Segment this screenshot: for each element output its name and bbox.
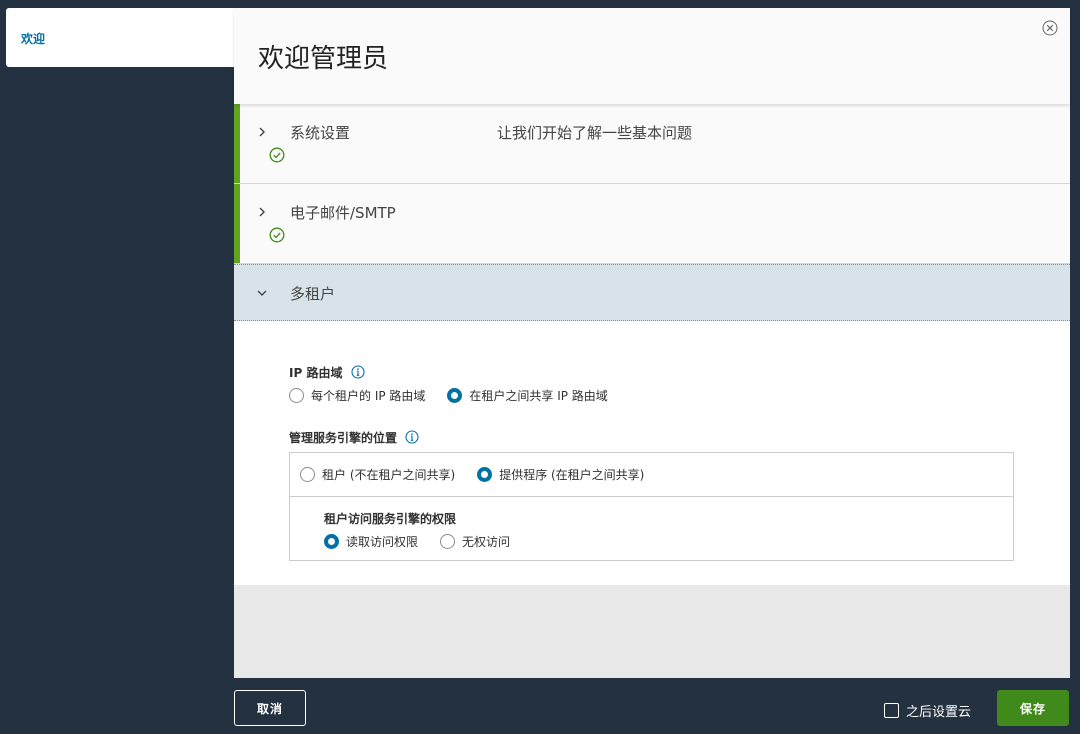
service-engine-box: 租户 (不在租户之间共享) 提供程序 (在租户之间共享) 租户访问服务引擎的权限… [289,452,1014,561]
close-icon[interactable] [1042,20,1058,36]
option-label: 租户 (不在租户之间共享) [322,468,456,482]
info-icon[interactable] [405,430,419,444]
multi-tenant-panel: IP 路由域 每个租户的 IP 路由域 在租户之间共享 IP 路由域 管理服务引… [234,321,1070,585]
radio-button-selected[interactable] [324,534,339,549]
step-title: 电子邮件/SMTP [290,204,396,222]
step-system-settings[interactable]: 系统设置 让我们开始了解一些基本问题 [234,104,1070,184]
ip-route-options: 每个租户的 IP 路由域 在租户之间共享 IP 路由域 [289,387,630,404]
wizard-steps: 系统设置 让我们开始了解一些基本问题 电子邮件/SMTP 多租户 IP 路由域 [234,104,1070,585]
option-label: 提供程序 (在租户之间共享) [499,468,645,482]
tenant-access-label: 租户访问服务引擎的权限 [324,512,457,526]
service-engine-label-text: 管理服务引擎的位置 [289,431,398,445]
radio-button-selected[interactable] [447,388,463,403]
page-title: 欢迎管理员 [258,44,389,74]
chevron-right-icon [259,127,265,137]
service-engine-provider-option[interactable]: 提供程序 (在租户之间共享) [477,466,644,483]
service-engine-label: 管理服务引擎的位置 [289,429,419,446]
wizard-modal: 欢迎管理员 系统设置 让我们开始了解一些基本问题 电子邮件/SMTP 多租户 I… [234,8,1070,678]
option-label: 无权访问 [462,535,511,549]
option-label: 读取访问权限 [346,535,419,549]
info-icon[interactable] [351,365,365,379]
modal-header: 欢迎管理员 [234,8,1070,104]
checkbox[interactable] [884,703,899,718]
chevron-right-icon [259,207,265,217]
step-multi-tenant[interactable]: 多租户 [234,264,1070,321]
ip-route-shared-option[interactable]: 在租户之间共享 IP 路由域 [447,387,608,404]
option-label: 每个租户的 IP 路由域 [311,389,426,403]
step-email-smtp[interactable]: 电子邮件/SMTP [234,184,1070,264]
radio-button-selected[interactable] [477,467,493,482]
footer-bar: 取消 之后设置云 保存 [0,678,1080,734]
ip-route-label: IP 路由域 [289,364,630,381]
step-title: 系统设置 [290,124,351,142]
step-description: 让我们开始了解一些基本问题 [497,124,693,142]
ip-route-per-tenant-option[interactable]: 每个租户的 IP 路由域 [289,387,425,404]
tenant-access-options: 读取访问权限 无权访问 [324,533,1013,550]
radio-button[interactable] [289,388,304,403]
check-circle-icon [269,227,285,243]
checkbox-label: 之后设置云 [906,705,972,720]
ip-route-group: IP 路由域 每个租户的 IP 路由域 在租户之间共享 IP 路由域 [289,364,630,404]
service-engine-options: 租户 (不在租户之间共享) 提供程序 (在租户之间共享) [290,453,1013,497]
sidebar: 欢迎 [0,8,234,678]
radio-button[interactable] [300,467,315,482]
tenant-access-group: 租户访问服务引擎的权限 读取访问权限 无权访问 [290,497,1013,550]
check-circle-icon [269,147,285,163]
no-access-option[interactable]: 无权访问 [440,533,510,550]
service-engine-tenant-option[interactable]: 租户 (不在租户之间共享) [300,466,455,483]
option-label: 在租户之间共享 IP 路由域 [469,389,608,403]
sidebar-item-welcome[interactable]: 欢迎 [6,8,234,67]
read-access-option[interactable]: 读取访问权限 [324,533,418,550]
save-button[interactable]: 保存 [997,690,1069,726]
ip-route-label-text: IP 路由域 [289,366,343,380]
step-title: 多租户 [290,285,336,303]
sidebar-item-label: 欢迎 [21,32,46,46]
setup-cloud-later-checkbox[interactable]: 之后设置云 [884,701,971,720]
cancel-button[interactable]: 取消 [234,690,306,726]
radio-button[interactable] [440,534,456,549]
chevron-down-icon [257,290,267,296]
